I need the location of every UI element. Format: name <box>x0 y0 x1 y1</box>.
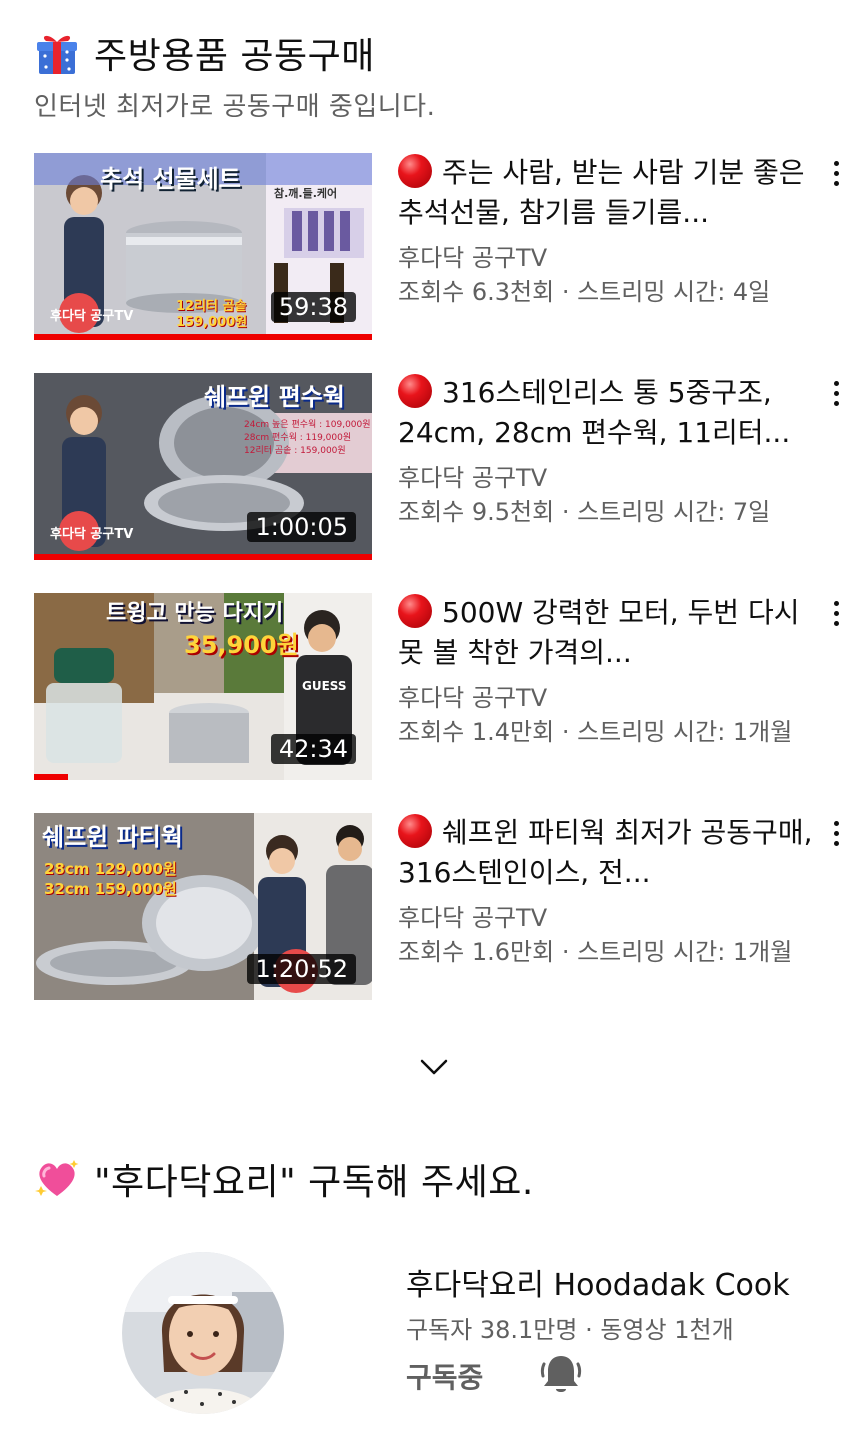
video-meta[interactable]: 쉐프윈 파티웍 최저가 공동구매, 316스텐인이스, 전... 후다닥 공구T… <box>398 813 818 969</box>
video-stats: 조회수 1.4만회 · 스트리밍 시간: 1개월 <box>398 718 793 746</box>
video-duration: 42:34 <box>270 734 356 764</box>
video-title[interactable]: 316스테인리스 통 5중구조, 24cm, 28cm 편수웍, 11리터... <box>398 373 818 453</box>
video-list: 추석 선물세트 참.깨.들.케어 12리터 곰솥 159,000원 후다닥 공구… <box>34 153 854 1033</box>
live-red-dot-icon <box>398 154 432 188</box>
video-title[interactable]: 주는 사람, 받는 사람 기분 좋은 추석선물, 참기름 들기름... <box>398 153 818 233</box>
channel-card[interactable]: 후다닥요리 Hoodadak Cook 구독자 38.1만명 · 동영상 1천개… <box>122 1252 842 1422</box>
thumbnail-badge: 후다닥 공구TV <box>50 527 134 542</box>
avatar[interactable] <box>122 1252 284 1414</box>
thumbnail-price-list: 28cm 129,000원 32cm 159,000원 <box>44 860 177 898</box>
chevron-down-icon[interactable] <box>414 1050 454 1084</box>
video-channel[interactable]: 후다닥 공구TV <box>398 681 818 715</box>
sparkling-heart-icon <box>34 1156 80 1202</box>
video-item[interactable]: 추석 선물세트 참.깨.들.케어 12리터 곰솥 159,000원 후다닥 공구… <box>34 153 854 373</box>
video-title[interactable]: 500W 강력한 모터, 두번 다시 못 볼 착한 가격의... <box>398 593 818 673</box>
more-options-icon[interactable] <box>830 821 842 851</box>
subscribe-title: "후다닥요리" 구독해 주세요. <box>94 1162 534 1203</box>
gift-icon <box>34 30 80 76</box>
more-options-icon[interactable] <box>830 161 842 191</box>
section-header: 주방용품 공동구매 인터넷 최저가로 공동구매 중입니다. <box>34 30 834 123</box>
video-title[interactable]: 쉐프윈 파티웍 최저가 공동구매, 316스텐인이스, 전... <box>398 813 818 893</box>
bell-icon[interactable] <box>540 1352 582 1398</box>
channel-name[interactable]: 후다닥요리 Hoodadak Cook <box>406 1260 790 1304</box>
video-meta[interactable]: 주는 사람, 받는 사람 기분 좋은 추석선물, 참기름 들기름... 후다닥 … <box>398 153 818 309</box>
video-item[interactable]: 쉐프윈 편수웍 24cm 높은 편수웍 : 109,000원 28cm 편수웍 … <box>34 373 854 593</box>
channel-stats: 구독자 38.1만명 · 동영상 1천개 <box>406 1316 734 1344</box>
video-stats: 조회수 9.5천회 · 스트리밍 시간: 7일 <box>398 498 771 526</box>
video-thumbnail[interactable]: 추석 선물세트 참.깨.들.케어 12리터 곰솥 159,000원 후다닥 공구… <box>34 153 372 340</box>
section-subtitle: 인터넷 최저가로 공동구매 중입니다. <box>34 92 436 122</box>
video-duration: 1:00:05 <box>247 512 356 542</box>
video-duration: 1:20:52 <box>247 954 356 984</box>
video-thumbnail[interactable]: 쉐프윈 편수웍 24cm 높은 편수웍 : 109,000원 28cm 편수웍 … <box>34 373 372 560</box>
video-channel[interactable]: 후다닥 공구TV <box>398 241 818 275</box>
video-item[interactable]: 쉐프윈 파티웍 28cm 129,000원 32cm 159,000원 1:20… <box>34 813 854 1033</box>
more-options-icon[interactable] <box>830 381 842 411</box>
video-stats: 조회수 1.6만회 · 스트리밍 시간: 1개월 <box>398 938 793 966</box>
subscribe-section: "후다닥요리" 구독해 주세요. <box>34 1155 834 1203</box>
thumbnail-badge: 후다닥 공구TV <box>50 309 134 324</box>
thumbnail-price: 12리터 곰솥 159,000원 <box>176 299 248 330</box>
video-thumbnail[interactable]: 트윙고 만능 다지기 35,900원 GUESS 42:34 <box>34 593 372 780</box>
video-channel[interactable]: 후다닥 공구TV <box>398 461 818 495</box>
video-stats: 조회수 6.3천회 · 스트리밍 시간: 4일 <box>398 278 771 306</box>
live-red-dot-icon <box>398 374 432 408</box>
subscribed-button[interactable]: 구독중 <box>406 1356 483 1396</box>
video-item[interactable]: 트윙고 만능 다지기 35,900원 GUESS 42:34 500W 강력한 … <box>34 593 854 813</box>
thumbnail-side-label: 참.깨.들.케어 <box>274 187 338 200</box>
live-red-dot-icon <box>398 814 432 848</box>
video-meta[interactable]: 500W 강력한 모터, 두번 다시 못 볼 착한 가격의... 후다닥 공구T… <box>398 593 818 749</box>
video-duration: 59:38 <box>270 292 356 322</box>
video-meta[interactable]: 316스테인리스 통 5중구조, 24cm, 28cm 편수웍, 11리터...… <box>398 373 818 529</box>
video-thumbnail[interactable]: 쉐프윈 파티웍 28cm 129,000원 32cm 159,000원 1:20… <box>34 813 372 1000</box>
thumbnail-title: 쉐프윈 파티웍 <box>42 823 183 851</box>
thumbnail-title: 쉐프윈 편수웍 <box>204 383 345 411</box>
thumbnail-price: 35,900원 <box>184 631 299 659</box>
thumbnail-price-list: 24cm 높은 편수웍 : 109,000원 28cm 편수웍 : 119,00… <box>244 420 371 456</box>
more-options-icon[interactable] <box>830 601 842 631</box>
thumbnail-title: 트윙고 만능 다지기 <box>106 601 284 626</box>
section-title: 주방용품 공동구매 <box>94 36 375 77</box>
thumbnail-title: 추석 선물세트 <box>100 165 241 193</box>
video-channel[interactable]: 후다닥 공구TV <box>398 901 818 935</box>
thumbnail-shirt-text: GUESS <box>302 679 347 693</box>
live-red-dot-icon <box>398 594 432 628</box>
